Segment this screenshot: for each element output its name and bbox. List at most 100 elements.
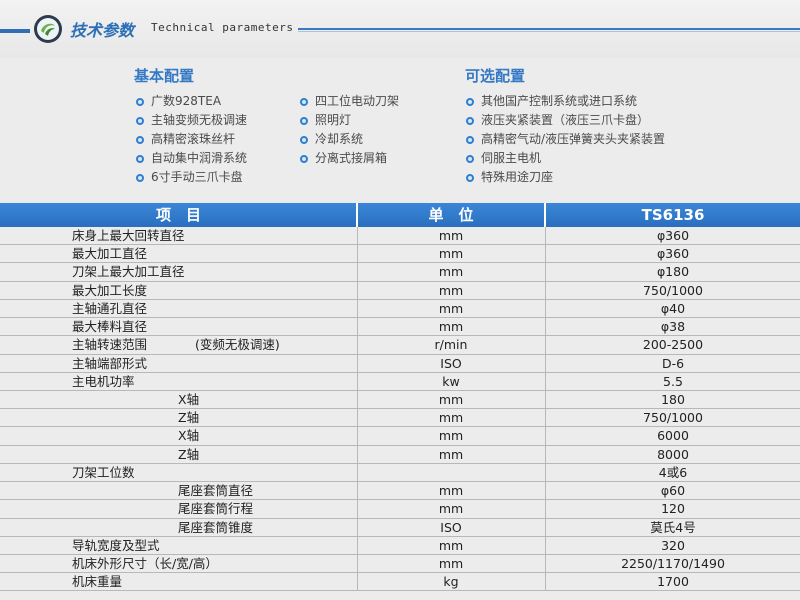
- basic-config-item: 主轴变频无极调速: [136, 111, 247, 130]
- table-row: 最大棒料直径 mm φ38: [0, 318, 800, 337]
- page-title: 技术参数: [70, 21, 135, 40]
- param-unit: mm: [438, 446, 464, 462]
- table-row: 最大加工长度 mm 750/1000: [0, 281, 800, 300]
- param-unit: mm: [438, 555, 464, 571]
- param-value: 1700: [657, 574, 689, 590]
- param-name: 导轨宽度及型式: [72, 537, 160, 553]
- basic-config-item: 自动集中润滑系统: [136, 149, 247, 168]
- bullet-icon: [466, 98, 474, 106]
- table-row: 刀架工位数 4或6: [0, 463, 800, 483]
- basic-config-item: 6寸手动三爪卡盘: [136, 168, 247, 187]
- basic-config-item: 四工位电动刀架: [300, 92, 399, 111]
- brand-logo-icon: [34, 15, 62, 43]
- table-row: 床身上最大回转直径 mm φ360: [0, 227, 800, 246]
- page-subtitle: Technical parameters: [151, 21, 294, 34]
- param-unit: mm: [438, 483, 464, 499]
- param-value: 120: [661, 501, 685, 517]
- param-unit: mm: [438, 537, 464, 553]
- header-accent-line-left: [0, 29, 30, 33]
- basic-config-item: 分离式接屑箱: [300, 149, 399, 168]
- basic-config-item: 照明灯: [300, 111, 399, 130]
- param-value: 莫氏4号: [650, 519, 696, 535]
- param-value: φ180: [656, 264, 690, 280]
- basic-config-title: 基本配置: [134, 67, 195, 85]
- param-value: 200-2500: [642, 337, 704, 353]
- basic-config-item: 冷却系统: [300, 130, 399, 149]
- param-name: 刀架上最大加工直径: [72, 264, 185, 280]
- bullet-icon: [136, 155, 144, 163]
- bullet-icon: [136, 98, 144, 106]
- spec-table: 项 目 单 位 TS6136 床身上最大回转直径 mm φ360 最大加工直径 mm φ3…: [0, 203, 800, 592]
- basic-config-item-label: 四工位电动刀架: [315, 94, 400, 108]
- optional-config-list: 其他国产控制系统或进口系统 液压夹紧装置（液压三爪卡盘） 高精密气动/液压弹簧夹头夹…: [466, 92, 665, 187]
- param-name: 床身上最大回转直径: [72, 228, 185, 243]
- table-row: 尾座套筒锥度 ISO 莫氏4号: [0, 518, 800, 537]
- basic-config-item: 广数928TEA: [136, 92, 247, 111]
- optional-config-item: 特殊用途刀座: [466, 168, 665, 187]
- bullet-icon: [466, 117, 474, 125]
- param-unit: r/min: [434, 337, 468, 353]
- param-note: (变频无极调速): [195, 337, 280, 353]
- bullet-icon: [466, 136, 474, 144]
- param-name: 主轴转速范围: [72, 337, 148, 353]
- param-name: 尾座套筒直径: [178, 483, 254, 499]
- basic-config-item-label: 照明灯: [315, 113, 352, 127]
- param-value: φ360: [656, 228, 690, 243]
- table-row: X轴 mm 6000: [0, 427, 800, 446]
- optional-config-item: 液压夹紧装置（液压三爪卡盘）: [466, 111, 665, 130]
- header-model: TS6136: [641, 206, 705, 224]
- optional-config-item: 伺服主电机: [466, 149, 665, 168]
- basic-config-item: 高精密滚珠丝杆: [136, 130, 247, 149]
- spec-table-header: 项 目 单 位 TS6136: [0, 203, 800, 227]
- basic-config-item-label: 自动集中润滑系统: [151, 151, 248, 165]
- param-unit: mm: [438, 264, 464, 280]
- optional-config-item: 其他国产控制系统或进口系统: [466, 92, 665, 111]
- basic-config-list-1: 广数928TEA 主轴变频无极调速高精密滚珠丝杆 自动集中润滑系统 6寸手动三爪卡盘: [136, 92, 247, 187]
- param-unit: mm: [438, 501, 464, 517]
- param-name: 主轴端部形式: [72, 355, 148, 371]
- basic-config-item-label: 冷却系统: [315, 132, 364, 146]
- bullet-icon: [136, 117, 144, 125]
- param-value: 6000: [657, 428, 689, 444]
- bullet-icon: [300, 117, 308, 125]
- param-unit: kw: [442, 373, 460, 389]
- bullet-icon: [300, 136, 308, 144]
- basic-config-item-label: 高精密滚珠丝杆: [151, 132, 236, 146]
- optional-config-title: 可选配置: [465, 67, 526, 85]
- param-unit: ISO: [440, 355, 462, 371]
- param-name: X轴: [178, 428, 200, 444]
- table-row: 最大加工直径 mm φ360: [0, 245, 800, 264]
- basic-config-list-2: 四工位电动刀架 照明灯冷却系统分离式接屑箱: [300, 92, 399, 168]
- table-row: 刀架上最大加工直径 mm φ180: [0, 263, 800, 282]
- param-name: 机床外形尺寸（长/宽/高）: [72, 555, 218, 571]
- param-unit: ISO: [440, 519, 462, 535]
- param-value: 320: [661, 537, 685, 553]
- table-row: Z轴 mm 8000: [0, 445, 800, 464]
- param-unit: mm: [438, 282, 464, 298]
- param-unit: mm: [438, 228, 464, 243]
- param-unit: [358, 464, 544, 481]
- param-unit: mm: [438, 391, 464, 407]
- param-name: 最大棒料直径: [72, 319, 148, 335]
- param-name: 最大加工直径: [72, 246, 148, 262]
- param-name: X轴: [178, 391, 200, 407]
- basic-config-item-label: 分离式接屑箱: [315, 151, 388, 165]
- bullet-icon: [466, 174, 474, 182]
- optional-config-item-label: 其他国产控制系统或进口系统: [481, 94, 638, 108]
- table-row: 主轴通孔直径 mm φ40: [0, 299, 800, 319]
- table-row: X轴 mm 180: [0, 390, 800, 410]
- optional-config-item-label: 伺服主电机: [481, 151, 542, 165]
- optional-config-item-label: 特殊用途刀座: [481, 170, 554, 184]
- param-unit: mm: [438, 300, 464, 316]
- param-unit: mm: [438, 410, 464, 426]
- param-value: 8000: [657, 446, 689, 462]
- param-name: 主电机功率: [72, 373, 135, 389]
- basic-config-item-label: 6寸手动三爪卡盘: [151, 170, 243, 184]
- param-unit: mm: [438, 428, 464, 444]
- param-value: 750/1000: [643, 410, 703, 426]
- table-row: 主轴转速范围 (变频无极调速) r/min 200-2500: [0, 336, 800, 355]
- param-value: 5.5: [663, 373, 683, 389]
- table-row: Z轴 mm 750/1000: [0, 409, 800, 428]
- param-value: φ60: [660, 483, 686, 499]
- param-value: φ360: [656, 246, 690, 262]
